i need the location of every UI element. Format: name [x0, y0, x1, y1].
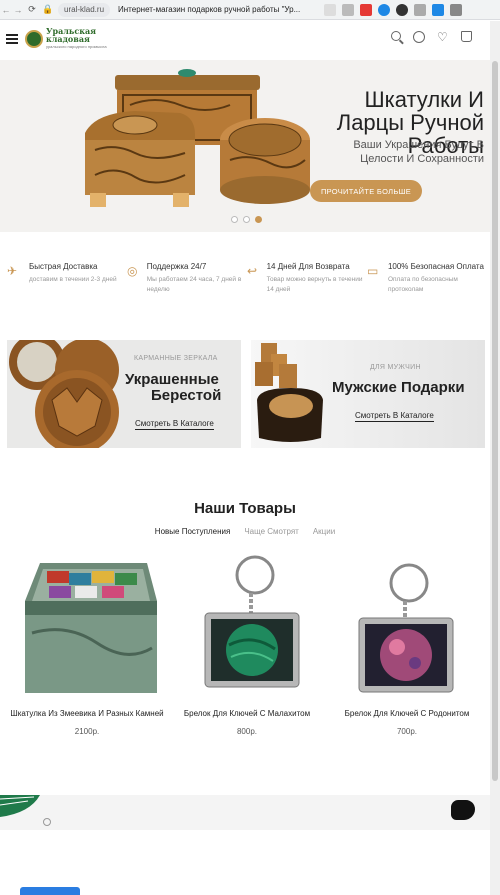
search-icon[interactable]: [391, 31, 401, 41]
product-card[interactable]: Брелок Для Ключей С Родонитом 700р.: [327, 553, 487, 736]
cart-icon[interactable]: [461, 31, 472, 42]
mirrors-image: [9, 340, 119, 448]
feature-title: 100% Безопасная Оплата: [387, 262, 484, 271]
feature-title: Быстрая Доставка: [29, 262, 98, 271]
banner-title: Украшенные: [125, 371, 219, 388]
feature-item: ✈ Быстрая Доставка доставим в течении 2-…: [7, 262, 127, 295]
scrollbar-thumb[interactable]: [492, 61, 498, 781]
product-card[interactable]: Шкатулка Из Змеевика И Разных Камней 210…: [7, 553, 167, 736]
product-image: [204, 555, 300, 688]
feature-desc: Оплата по безопасным протоколам: [387, 276, 458, 293]
features-row: ✈ Быстрая Доставка доставим в течении 2-…: [7, 262, 487, 295]
site-header: Уральская кладовая уральского народного …: [0, 21, 490, 57]
mug-image: [451, 800, 475, 820]
extension-icon[interactable]: [324, 3, 337, 16]
bottom-tab[interactable]: [20, 887, 80, 895]
page-tab-title: Интернет-магазин подарков ручной работы …: [118, 5, 301, 14]
plane-icon: ✈: [7, 264, 18, 278]
product-name[interactable]: Брелок Для Ключей С Родонитом: [327, 709, 487, 718]
reload-icon[interactable]: ⟳: [24, 2, 40, 18]
bookmark-icon[interactable]: [342, 3, 355, 16]
feature-item: ▭ 100% Безопасная Оплата Оплата по безоп…: [367, 262, 487, 295]
lock-icon[interactable]: 🔒: [40, 2, 56, 18]
product-name[interactable]: Брелок Для Ключей С Малахитом: [167, 709, 327, 718]
feature-title: Поддержка 24/7: [146, 262, 207, 271]
heart-icon[interactable]: ♡: [437, 31, 449, 43]
download-icon[interactable]: [432, 3, 445, 16]
banner-mens-gifts[interactable]: ДЛЯ МУЖЧИН Мужские Подарки Смотреть В Ка…: [251, 340, 485, 448]
hero-caskets-image: [85, 69, 310, 207]
tab-new-arrivals[interactable]: Новые Поступления: [155, 527, 231, 536]
slider-dot-1[interactable]: [231, 216, 238, 223]
logo-line3: уральского народного промысла: [46, 44, 107, 49]
feature-item: ◎ Поддержка 24/7 Мы работаем 24 часа, 7 …: [127, 262, 247, 295]
user-icon[interactable]: [413, 31, 425, 43]
banner-title: Мужские Подарки: [332, 379, 465, 396]
menu-icon[interactable]: [450, 3, 463, 16]
leaf-decoration: [0, 795, 40, 817]
product-price: 800р.: [236, 727, 258, 736]
page-scrollbar[interactable]: [490, 21, 500, 895]
product-price: 700р.: [396, 727, 418, 736]
feature-title: 14 Дней Для Возврата: [266, 262, 350, 271]
feature-item: ↩ 14 Дней Для Возврата Товар можно верну…: [247, 262, 367, 295]
banner-catalog-link[interactable]: Смотреть В Каталоге: [355, 411, 434, 422]
read-more-button[interactable]: ПРОЧИТАЙТЕ БОЛЬШЕ: [310, 180, 422, 202]
site-logo[interactable]: Уральская кладовая уральского народного …: [25, 27, 107, 51]
tab-most-viewed[interactable]: Чаще Смотрят: [244, 527, 299, 536]
extension-icon[interactable]: [414, 3, 427, 16]
support-icon: ◎: [127, 264, 138, 278]
feature-desc: Мы работаем 24 часа, 7 дней в неделю: [146, 276, 242, 293]
product-name[interactable]: Шкатулка Из Змеевика И Разных Камней: [7, 709, 167, 718]
address-bar[interactable]: ural-klad.ru: [58, 2, 111, 17]
product-card[interactable]: Брелок Для Ключей С Малахитом 800р.: [167, 553, 327, 736]
vpn-icon[interactable]: [378, 3, 391, 16]
feature-desc: Товар можно вернуть в течении 14 дней: [266, 276, 363, 293]
return-icon: ↩: [247, 264, 258, 278]
banner-title: Берестой: [151, 387, 222, 404]
forward-icon[interactable]: →: [12, 5, 24, 15]
product-price: 2100р.: [74, 727, 100, 736]
mail-icon[interactable]: [360, 3, 373, 16]
slider-handle-icon[interactable]: [43, 818, 51, 826]
mens-gifts-image: [255, 343, 323, 442]
slider-dots: [231, 216, 262, 223]
browser-toolbar: ← → ⟳ 🔒 ural-klad.ru Интернет-магазин по…: [0, 0, 500, 20]
banner-kicker: КАРМАННЫЕ ЗЕРКАЛА: [134, 355, 218, 362]
back-icon[interactable]: ←: [0, 5, 12, 15]
slider-dot-2[interactable]: [243, 216, 250, 223]
extension-icon[interactable]: [396, 3, 409, 16]
product-grid: Шкатулка Из Змеевика И Разных Камней 210…: [7, 553, 487, 736]
banner-kicker: ДЛЯ МУЖЧИН: [370, 364, 421, 371]
hamburger-menu-icon[interactable]: [6, 34, 18, 44]
logo-line2: кладовая: [46, 34, 90, 44]
product-tabs: Новые Поступления Чаще Смотрят Акции: [0, 527, 490, 536]
logo-emblem: [25, 30, 43, 48]
product-image: [358, 563, 454, 693]
tab-sales[interactable]: Акции: [313, 527, 335, 536]
section-title: Наши Товары: [194, 500, 296, 517]
slider-dot-3[interactable]: [255, 216, 262, 223]
banner-catalog-link[interactable]: Смотреть В Каталоге: [135, 419, 214, 430]
hero-subtitle: Ваши Украшения Будут В Целости И Сохранн…: [353, 139, 484, 165]
hero-slider: Шкатулки И Ларцы Ручной Работы Ваши Укра…: [0, 60, 490, 232]
banner-mirrors[interactable]: КАРМАННЫЕ ЗЕРКАЛА Украшенные Берестой См…: [7, 340, 241, 448]
promo-strip: [0, 795, 490, 830]
feature-desc: доставим в течении 2-3 дней: [29, 276, 117, 283]
product-image: [25, 563, 157, 693]
card-icon: ▭: [367, 264, 379, 278]
